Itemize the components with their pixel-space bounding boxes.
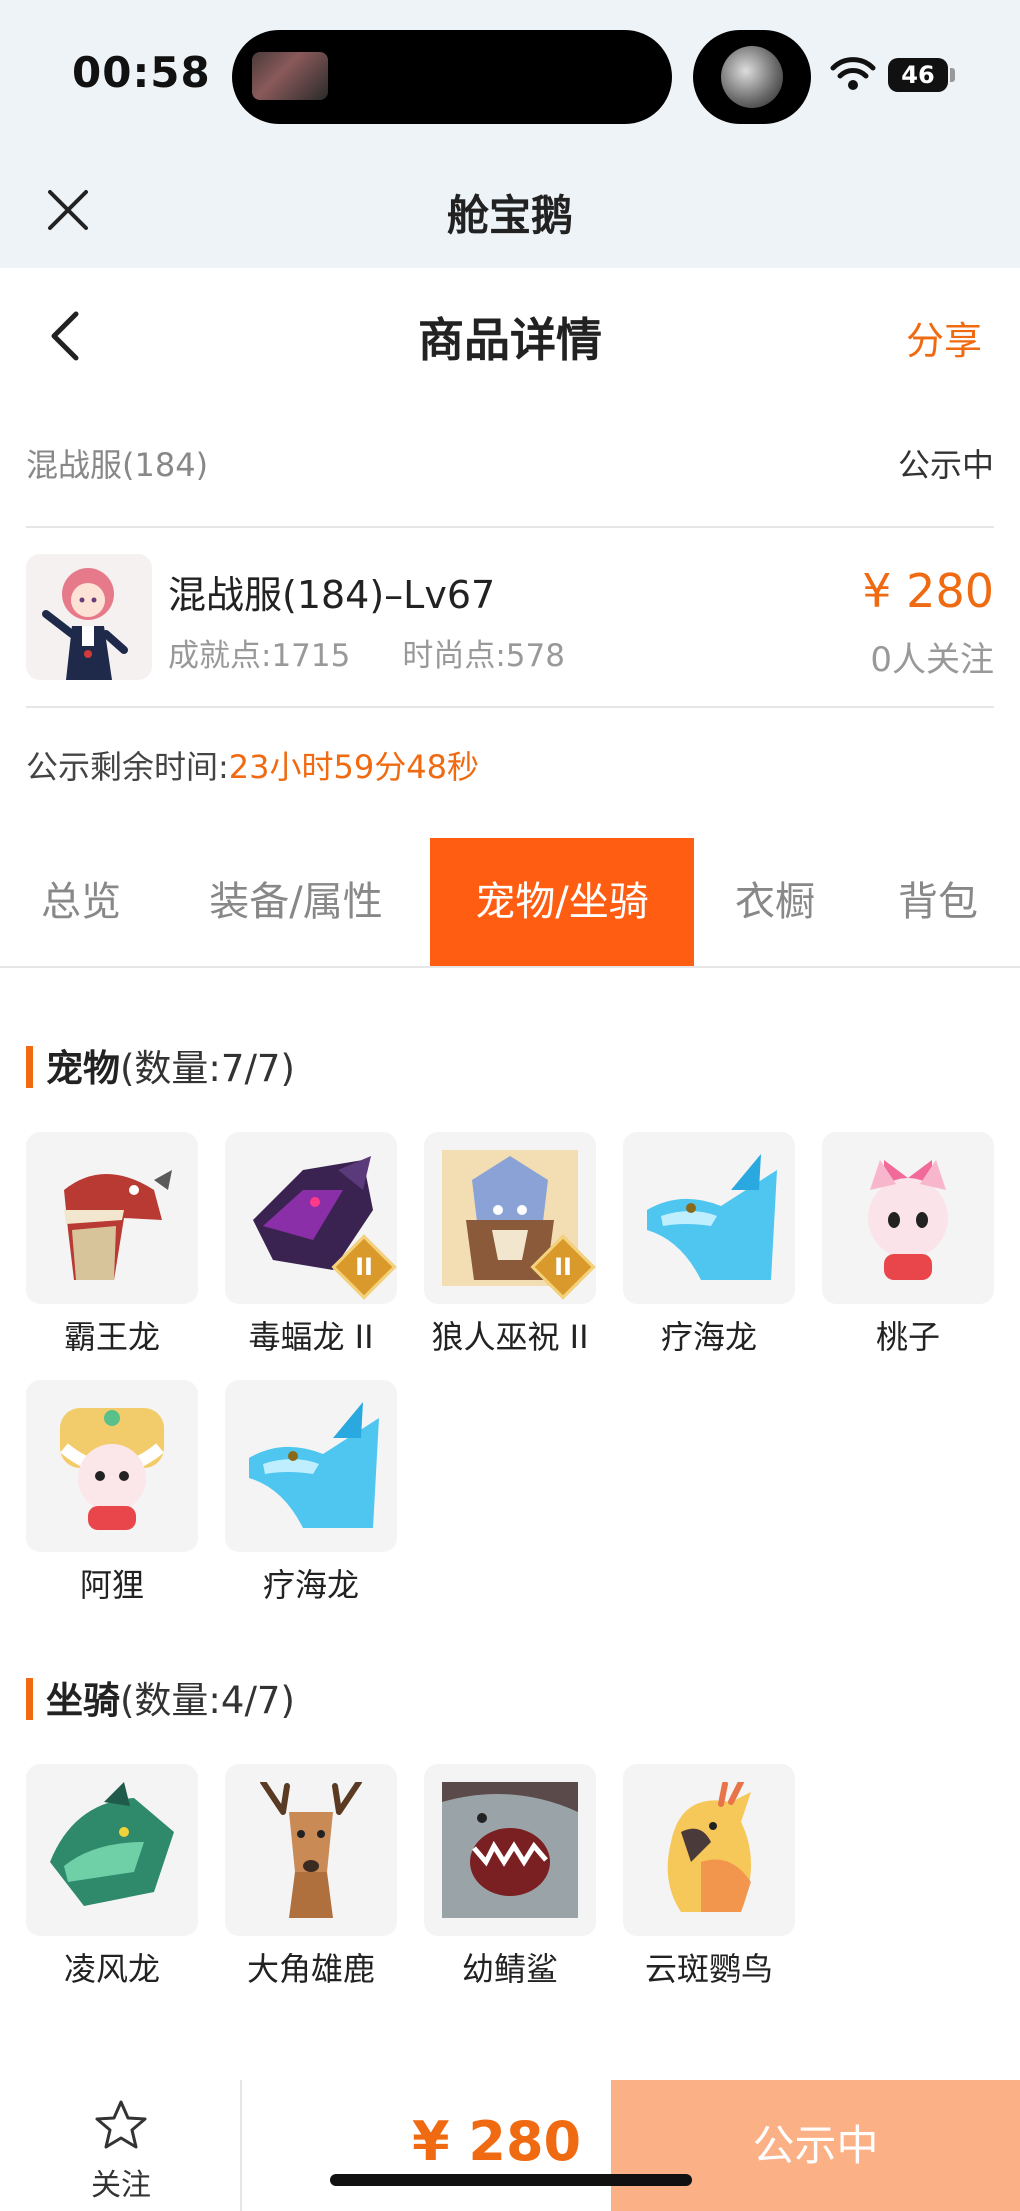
bottom-price: ¥ 280	[412, 2110, 582, 2173]
character-icon	[26, 554, 152, 680]
dynamic-island	[232, 30, 672, 124]
server-name: 混战服(184)	[26, 446, 209, 484]
mount-item[interactable]: 云斑鹦鸟	[623, 1764, 795, 1990]
pet-label: 疗海龙	[660, 1318, 757, 1356]
tab-backpack[interactable]: 背包	[856, 838, 1020, 966]
mount-image	[225, 1764, 397, 1936]
pet-label: 毒蝠龙 II	[248, 1318, 374, 1356]
character-avatar	[26, 554, 152, 680]
section-accent-bar	[26, 1046, 33, 1088]
mini-program-title: 舱宝鹅	[446, 191, 573, 240]
countdown: 公示剩余时间:23小时59分48秒	[26, 742, 479, 788]
product-price: ¥ 280	[862, 564, 994, 618]
divider	[26, 706, 994, 708]
share-button[interactable]: 分享	[906, 310, 982, 365]
pet-item[interactable]: 疗海龙	[623, 1132, 795, 1358]
page-header: 商品详情 分享	[0, 268, 1020, 398]
sea-dragon-icon	[249, 1402, 379, 1528]
status-time: 00:58	[72, 48, 211, 97]
pet-image	[623, 1132, 795, 1304]
fashion-points: 时尚点:578	[402, 638, 565, 674]
product-stats: 成就点:1715 时尚点:578	[168, 630, 617, 675]
pets-title: 宠物	[46, 1047, 120, 1090]
mini-program-bar: 舱宝鹅	[0, 150, 1020, 268]
star-icon	[95, 2100, 147, 2149]
countdown-label: 公示剩余时间:	[26, 748, 229, 786]
public-notice-button[interactable]: 公示中	[611, 2080, 1020, 2211]
wind-dragon-icon	[50, 1782, 174, 1906]
achievement-points: 成就点:1715	[168, 638, 351, 674]
mounts-section-title: 坐骑(数量:4/7)	[26, 1670, 295, 1724]
section-accent-bar	[26, 1678, 33, 1720]
follower-count: 0人关注	[870, 640, 994, 680]
pet-item[interactable]: 霸王龙	[26, 1132, 198, 1358]
tab-wardrobe[interactable]: 衣橱	[694, 838, 856, 966]
home-indicator[interactable]	[330, 2174, 692, 2186]
follow-label: 关注	[91, 2168, 151, 2203]
battery-tip	[950, 68, 955, 82]
countdown-value: 23小时59分48秒	[228, 748, 479, 786]
dynamic-island-secondary	[693, 30, 811, 124]
bottom-action-bar: 关注 ¥ 280 公示中	[0, 2080, 1020, 2211]
tab-overview[interactable]: 总览	[0, 838, 162, 966]
young-shark-icon	[442, 1782, 578, 1918]
mount-image	[424, 1764, 596, 1936]
pet-item[interactable]: II 毒蝠龙 II	[225, 1132, 397, 1358]
pet-label: 阿狸	[79, 1566, 144, 1604]
ali-fox-icon	[60, 1408, 164, 1530]
pet-item[interactable]: II 狼人巫祝 II	[424, 1132, 596, 1358]
mount-label: 幼鲭鲨	[461, 1950, 558, 1988]
tab-bar: 总览 装备/属性 宠物/坐骑 衣橱 背包	[0, 838, 1020, 968]
mount-image	[623, 1764, 795, 1936]
pet-item[interactable]: 桃子	[822, 1132, 994, 1358]
server-row: 混战服(184) 公示中	[26, 440, 994, 490]
divider	[26, 526, 994, 528]
product-name: 混战服(184)–Lv67	[168, 573, 496, 617]
mounts-count: (数量:4/7)	[120, 1679, 295, 1722]
server-status: 公示中	[897, 446, 994, 484]
pet-item[interactable]: 疗海龙	[225, 1380, 397, 1606]
great-stag-icon	[260, 1782, 362, 1918]
mount-label: 大角雄鹿	[246, 1950, 375, 1988]
pet-image	[822, 1132, 994, 1304]
pet-image	[26, 1132, 198, 1304]
mount-item[interactable]: 凌风龙	[26, 1764, 198, 1990]
mounts-title: 坐骑	[46, 1679, 120, 1722]
page-title: 商品详情	[418, 313, 602, 367]
status-bar: 00:58 46	[0, 0, 1020, 150]
mount-label: 云斑鹦鸟	[644, 1950, 773, 1988]
tab-equipment[interactable]: 装备/属性	[162, 838, 430, 966]
media-thumbnail	[252, 52, 328, 100]
pet-item[interactable]: 阿狸	[26, 1380, 198, 1606]
product-row: 混战服(184)–Lv67 成就点:1715 时尚点:578 ¥ 280 0人关注	[26, 554, 994, 684]
pet-image	[225, 1380, 397, 1552]
mount-label: 凌风龙	[63, 1950, 160, 1988]
tab-pets-mounts[interactable]: 宠物/坐骑	[430, 838, 694, 966]
pet-image	[26, 1380, 198, 1552]
mount-item[interactable]: 幼鲭鲨	[424, 1764, 596, 1990]
mount-item[interactable]: 大角雄鹿	[225, 1764, 397, 1990]
sea-dragon-icon	[647, 1154, 777, 1280]
pet-image: II	[424, 1132, 596, 1304]
mount-image	[26, 1764, 198, 1936]
pet-label: 桃子	[875, 1318, 940, 1356]
pets-section-title: 宠物(数量:7/7)	[26, 1038, 295, 1092]
follow-button[interactable]: 关注	[0, 2080, 242, 2211]
pet-label: 疗海龙	[262, 1566, 359, 1604]
pet-label: 狼人巫祝 II	[431, 1318, 589, 1356]
cloud-parrot-icon	[667, 1782, 751, 1912]
wifi-icon	[830, 57, 876, 90]
battery-indicator: 46	[888, 58, 948, 92]
avatar	[721, 46, 783, 108]
pet-image: II	[225, 1132, 397, 1304]
pets-count: (数量:7/7)	[120, 1047, 295, 1090]
t-rex-icon	[64, 1170, 172, 1280]
peach-cat-icon	[868, 1160, 948, 1280]
pet-label: 霸王龙	[63, 1318, 160, 1356]
